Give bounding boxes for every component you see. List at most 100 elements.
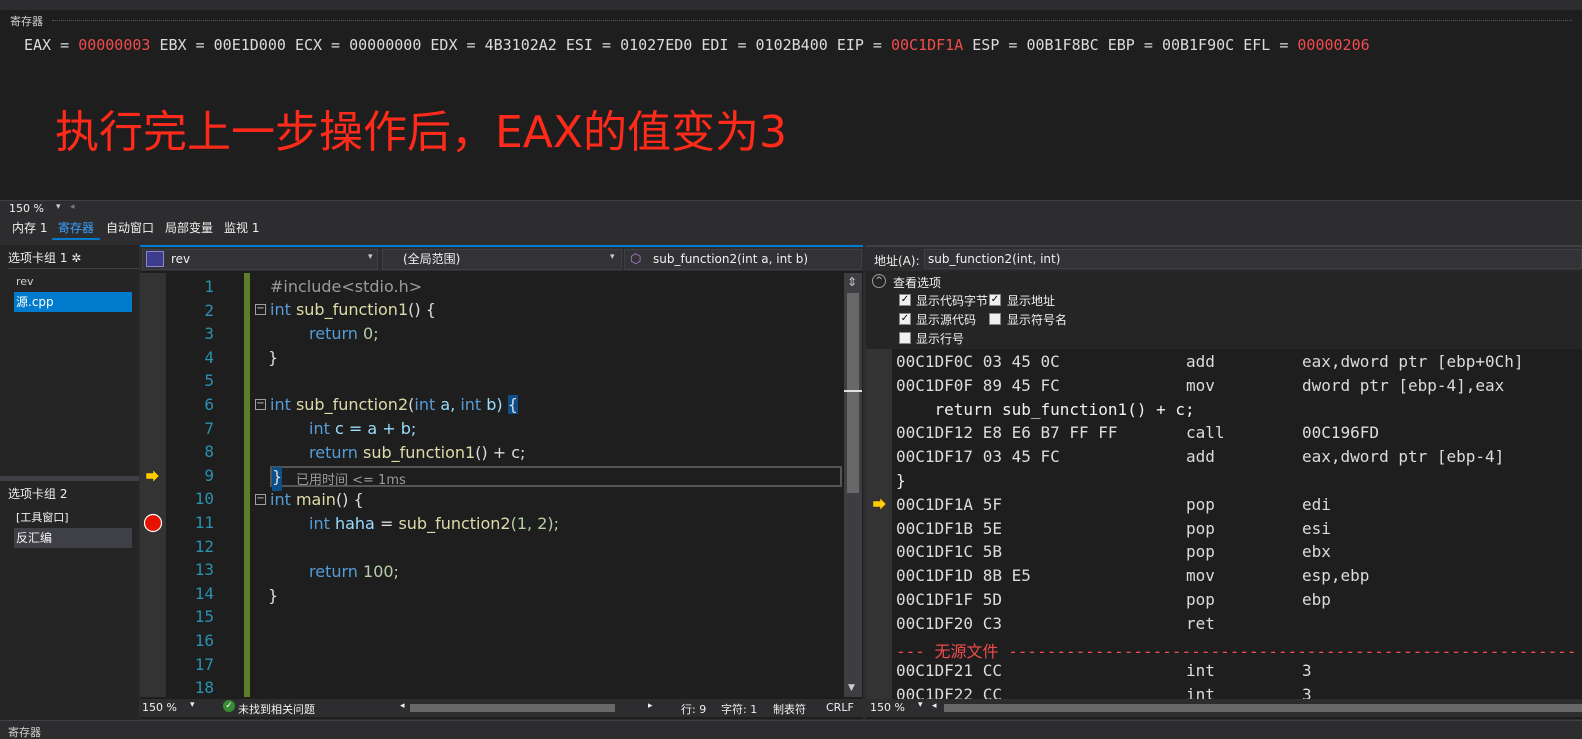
line-number: 12 — [194, 536, 214, 556]
scroll-down-icon[interactable]: ▼ — [848, 683, 855, 693]
register-name: EBX — [159, 36, 187, 54]
register-name: EFL — [1243, 36, 1271, 54]
tab-group-2-header[interactable]: 选项卡组 2 — [8, 483, 139, 505]
show-address-checkbox[interactable]: ✓ — [989, 294, 1001, 306]
chevron-down-icon[interactable]: ▾ — [56, 202, 61, 212]
indentation-mode[interactable]: 制表符 — [773, 701, 806, 717]
function-cube-icon: ⬡ — [630, 252, 642, 267]
tab-watch-1[interactable]: 监视 1 — [218, 218, 265, 240]
show-code-bytes-checkbox[interactable]: ✓ — [899, 294, 911, 306]
chevron-down-icon[interactable]: ▾ — [368, 252, 373, 262]
instruction-address-bytes: 00C1DF1A 5F — [896, 494, 1002, 514]
current-line-arrow-icon — [146, 470, 160, 482]
code-line-10: int main() { — [270, 490, 364, 509]
code-line-11: int haha = sub_function2(1, 2); — [309, 514, 560, 533]
instruction-address-bytes: 00C1DF0C 03 45 0C — [896, 352, 1060, 371]
no-source-separator: --- 无源文件 -------------------------------… — [896, 641, 1576, 661]
disassembly-instruction: 00C1DF17 03 45 FC add eax,dword ptr [ebp-4… — [896, 447, 1576, 471]
split-window-icon[interactable]: ⇕ — [847, 275, 857, 289]
sidebar-item-tool-window[interactable]: [工具窗口] — [14, 508, 132, 528]
horizontal-scrollbar-thumb[interactable] — [944, 704, 1582, 712]
editor-vertical-scrollbar[interactable]: ⇕ ▼ — [844, 273, 862, 697]
scroll-left-icon[interactable]: ◂ — [400, 701, 405, 711]
instruction-address-bytes: 00C1DF0F 89 45 FC — [896, 375, 1060, 395]
registers-zoom-level[interactable]: 150 % — [9, 202, 44, 215]
scroll-right-icon[interactable]: ▸ — [648, 701, 653, 711]
chevron-down-icon[interactable]: ▾ — [610, 252, 615, 262]
register-value[interactable]: 0102B400 — [756, 36, 828, 54]
sidebar-item-source-cpp[interactable]: 源.cpp — [14, 292, 132, 312]
scope-dropdown[interactable]: (全局范围) — [382, 249, 622, 270]
register-value[interactable]: 00C1DF1A — [891, 36, 963, 54]
show-symbol-names-label: 显示符号名 — [1007, 313, 1068, 327]
sidebar-item-rev[interactable]: rev — [14, 272, 132, 292]
tab-registers[interactable]: 寄存器 — [52, 218, 101, 240]
breakpoint-icon[interactable] — [143, 513, 163, 533]
instruction-address-bytes: 00C1DF20 C3 — [896, 613, 1002, 633]
chevron-down-icon[interactable]: ▾ — [918, 700, 923, 710]
disassembly-instruction: 00C1DF21 CC int 3 — [896, 661, 1576, 685]
view-options-title[interactable]: 查看选项 — [893, 274, 941, 291]
scroll-left-icon[interactable]: ◂ — [70, 202, 75, 212]
code-line-13: return 100; — [309, 562, 399, 581]
disassembly-glyph-margin[interactable] — [866, 349, 892, 699]
disassembly-instruction: 00C1DF1F 5D pop ebp — [896, 590, 1576, 614]
group-divider[interactable] — [0, 476, 139, 481]
tab-autos[interactable]: 自动窗口 — [100, 218, 160, 240]
line-number: 5 — [204, 371, 214, 391]
line-number: 8 — [204, 442, 214, 462]
instruction-mnemonic: add — [1186, 352, 1215, 371]
line-number: 6 — [204, 395, 214, 414]
fold-toggle-icon[interactable]: − — [255, 399, 266, 410]
show-line-numbers-checkbox[interactable] — [899, 332, 911, 344]
register-value[interactable]: 00000003 — [78, 36, 150, 54]
register-value[interactable]: 00000206 — [1297, 36, 1369, 54]
project-dropdown[interactable]: rev — [142, 249, 378, 270]
register-value[interactable]: 01027ED0 — [620, 36, 692, 54]
scroll-left-icon[interactable]: ◂ — [932, 701, 937, 711]
collapse-icon[interactable]: ^ — [872, 274, 886, 288]
disassembly-instruction: 00C1DF1D 8B E5 mov esp,ebp — [896, 566, 1576, 590]
check-circle-icon: ✓ — [223, 700, 235, 712]
function-dropdown[interactable]: sub_function2(int a, int b) — [624, 249, 862, 270]
bottom-panel-header: 寄存器 — [0, 720, 1582, 739]
register-value[interactable]: 00B1F90C — [1162, 36, 1234, 54]
tab-memory-1[interactable]: 内存 1 — [6, 218, 53, 240]
editor-zoom-level[interactable]: 150 % — [142, 701, 177, 714]
line-number: 11 — [194, 513, 214, 532]
perf-tip-elapsed[interactable]: 已用时间 <= 1ms — [296, 469, 406, 488]
bottom-panel-title: 寄存器 — [8, 726, 41, 739]
show-source-checkbox[interactable]: ✓ — [899, 313, 911, 325]
line-ending[interactable]: CRLF — [826, 701, 854, 714]
change-tracking-bar — [244, 273, 250, 697]
code-line-8: return sub_function1() + c; — [309, 443, 526, 462]
disassembly-zoom-level[interactable]: 150 % — [870, 701, 905, 714]
horizontal-scrollbar-thumb[interactable] — [410, 704, 615, 712]
scope-label: (全局范围) — [403, 252, 461, 266]
tab-group-1-header[interactable]: 选项卡组 1 ✲ — [8, 247, 139, 269]
editor-glyph-margin[interactable] — [140, 273, 166, 697]
address-input[interactable]: sub_function2(int, int) — [924, 249, 1582, 269]
registers-panel-title: 寄存器 — [10, 15, 43, 28]
register-value[interactable]: 00000000 — [349, 36, 421, 54]
fold-toggle-icon[interactable]: − — [255, 494, 266, 505]
instruction-mnemonic: ret — [1186, 613, 1215, 633]
chevron-down-icon[interactable]: ▾ — [190, 700, 195, 710]
instruction-address-bytes: 00C1DF17 03 45 FC — [896, 447, 1060, 467]
instruction-operands: 00C196FD — [1302, 423, 1380, 443]
disassembly-status-bar: 150 % ▾ ◂ — [866, 699, 1582, 717]
show-symbol-names-checkbox[interactable] — [989, 313, 1001, 325]
tab-locals[interactable]: 局部变量 — [159, 218, 219, 240]
register-value[interactable]: 00B1F8BC — [1026, 36, 1098, 54]
instruction-address-bytes: 00C1DF1B 5E — [896, 518, 1002, 538]
code-line-1: #include<stdio.h> — [270, 277, 423, 296]
register-value[interactable]: 00E1D000 — [214, 36, 286, 54]
scrollbar-thumb[interactable] — [847, 293, 859, 493]
sidebar-item-disassembly[interactable]: 反汇编 — [14, 528, 132, 548]
issues-status[interactable]: 未找到相关问题 — [238, 701, 315, 717]
editor-navigation-bar: rev ▾ (全局范围) ▾ sub_function2(int a, int … — [140, 247, 863, 271]
register-value[interactable]: 4B3102A2 — [485, 36, 557, 54]
register-name: EDX — [430, 36, 458, 54]
fold-toggle-icon[interactable]: − — [255, 304, 266, 315]
register-name: ESI — [565, 36, 593, 54]
